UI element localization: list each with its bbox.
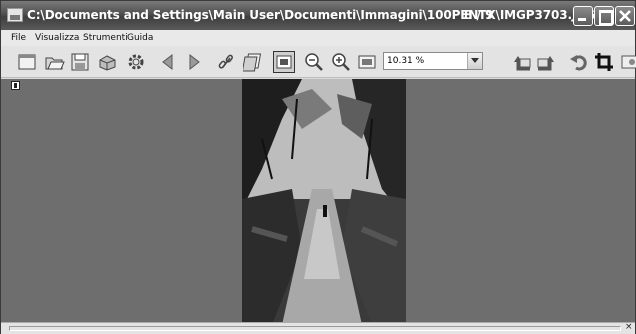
previous-button[interactable]: [157, 51, 179, 73]
slideshow-icon: [241, 53, 262, 72]
settings-icon: [128, 54, 144, 70]
actual-size-button[interactable]: [356, 51, 378, 73]
save-button[interactable]: [69, 51, 91, 73]
menu-strumenti[interactable]: Strumenti: [83, 33, 128, 43]
app-icon[interactable]: [7, 8, 23, 22]
maximize-button[interactable]: [594, 6, 614, 26]
image-viewer[interactable]: [1, 79, 635, 325]
actual-size-icon: [358, 55, 376, 69]
title-bar[interactable]: C:\Documents and Settings\Main User\Docu…: [1, 1, 635, 30]
forest-path-photo: [242, 79, 406, 325]
new-window-icon: [18, 54, 36, 70]
open-folder-icon: [45, 57, 65, 70]
settings-button[interactable]: [125, 51, 147, 73]
rotate-right-button[interactable]: [535, 51, 557, 73]
link-icon: [218, 54, 233, 69]
print-button[interactable]: [96, 51, 118, 73]
rotate-right-icon: [537, 56, 554, 71]
image-counter: 8 / 9: [464, 8, 494, 22]
previous-icon: [162, 53, 173, 71]
save-icon: [71, 53, 89, 71]
menu-file[interactable]: File: [11, 33, 26, 43]
rotate-left-icon: [514, 56, 531, 71]
menu-bar: File Visualizza Strumenti Guida: [1, 30, 635, 46]
fit-window-icon: [276, 55, 292, 69]
menu-visualizza[interactable]: Visualizza: [35, 33, 79, 43]
close-button[interactable]: [615, 6, 635, 26]
zoom-in-button[interactable]: [330, 51, 352, 73]
next-icon: [189, 53, 200, 71]
crop-button[interactable]: [593, 51, 615, 73]
toolbar: 10.31 %: [1, 46, 636, 78]
slideshow-button[interactable]: [241, 51, 265, 73]
zoom-out-button[interactable]: [303, 51, 325, 73]
open-button[interactable]: [43, 51, 65, 73]
next-button[interactable]: [183, 51, 205, 73]
undo-icon: [570, 55, 587, 71]
new-window-button[interactable]: [16, 51, 38, 73]
zoom-out-icon: [305, 53, 323, 71]
status-field: [9, 326, 621, 331]
zoom-select[interactable]: 10.31 %: [383, 52, 483, 70]
status-bar: ×: [1, 322, 635, 334]
status-close-icon[interactable]: ×: [625, 322, 633, 332]
menu-guida[interactable]: Guida: [127, 33, 153, 43]
effects-icon: [621, 55, 636, 69]
chevron-down-icon[interactable]: [467, 53, 482, 69]
fit-window-button[interactable]: [273, 51, 295, 73]
app-window: C:\Documents and Settings\Main User\Docu…: [0, 0, 636, 334]
close-icon: [619, 10, 631, 22]
zoom-value: 10.31 %: [387, 56, 425, 66]
zoom-in-icon: [332, 53, 350, 71]
effects-button[interactable]: [621, 51, 636, 73]
displayed-image[interactable]: [242, 79, 406, 325]
panel-toggle-icon[interactable]: [11, 81, 20, 90]
window-title: C:\Documents and Settings\Main User\Docu…: [27, 8, 595, 22]
minimize-button[interactable]: [573, 6, 593, 26]
undo-button[interactable]: [568, 51, 590, 73]
crop-icon: [595, 53, 613, 71]
print-icon: [99, 55, 116, 71]
rotate-left-button[interactable]: [511, 51, 533, 73]
link-button[interactable]: [215, 51, 237, 73]
